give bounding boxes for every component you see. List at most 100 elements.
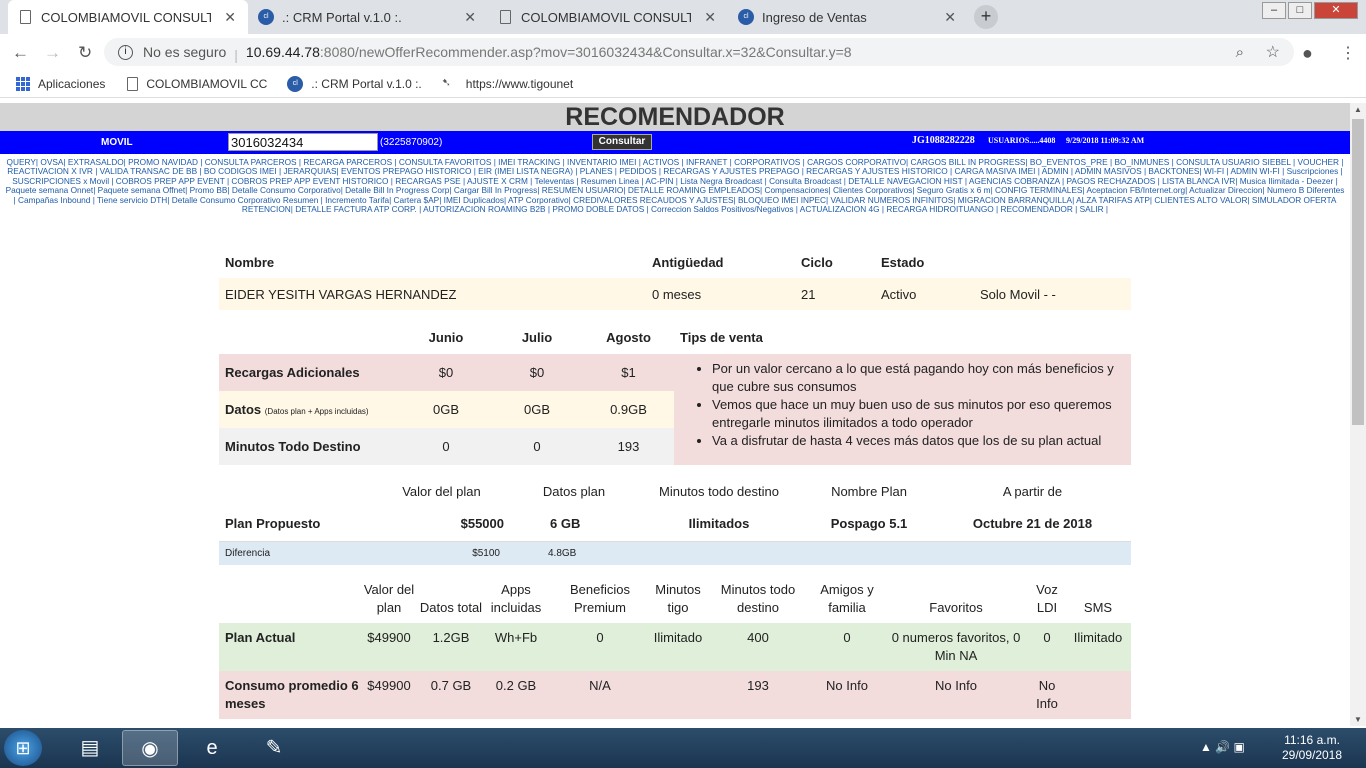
zoom-icon[interactable]: ⌕ <box>1236 44 1244 61</box>
bookmark-label: https://www.tigounet <box>465 76 574 91</box>
file-explorer-icon[interactable]: ▤ <box>62 730 118 766</box>
bookmark-crm[interactable]: cl .: CRM Portal v.1.0 :. <box>287 75 422 92</box>
nav-menu[interactable]: QUERY| OVSA| EXTRASALDO| PROMO NAVIDAD |… <box>0 157 1350 214</box>
new-tab-button[interactable]: + <box>974 5 998 29</box>
diff-valor: $5100 <box>472 547 500 559</box>
row-label-text: Datos <box>225 402 262 417</box>
row-label: Plan Actual <box>225 630 296 645</box>
apps-grid-icon <box>16 76 30 91</box>
search-bar: MOVIL (3225870902) Consultar JG108828222… <box>0 131 1350 154</box>
user-id: JG1088282228 <box>912 135 975 146</box>
month-header: Junio <box>428 329 464 345</box>
col-header: SMS <box>1083 600 1113 615</box>
cell: Wh+Fb <box>494 630 538 645</box>
movil-label: MOVIL <box>101 137 133 148</box>
timestamp: 9/29/2018 11:09:32 AM <box>1066 136 1145 145</box>
page-scrollbar[interactable]: ▲ ▼ <box>1350 103 1366 726</box>
bookmark-label: COLOMBIAMOVIL CC <box>146 76 268 91</box>
customer-ciclo: 21 <box>801 286 816 302</box>
phone-input[interactable] <box>228 133 378 151</box>
minimize-button[interactable]: – <box>1262 2 1286 19</box>
scroll-down-icon[interactable]: ▼ <box>1354 715 1362 724</box>
claro-icon: cl <box>738 9 754 25</box>
tip-item: Vemos que hace un muy buen uso de sus mi… <box>712 396 1121 432</box>
bookmark-star-icon[interactable]: ☆ <box>1266 42 1280 62</box>
cell: No Info <box>1036 678 1058 711</box>
col-desde: A partir de <box>1002 483 1063 499</box>
col-datos: Datos plan <box>542 483 606 499</box>
content: Nombre Antigüedad Ciclo Estado EIDER YES… <box>219 246 1131 719</box>
clock[interactable]: 11:16 a.m. 29/09/2018 <box>1272 733 1352 763</box>
page-viewport: RECOMENDADOR MOVIL (3225870902) Consulta… <box>0 103 1350 726</box>
separator: | <box>234 47 238 63</box>
cell: 0 <box>843 630 851 645</box>
maximize-button[interactable]: □ <box>1288 2 1312 19</box>
bookmark-colombiamovil[interactable]: COLOMBIAMOVIL CC <box>125 76 268 91</box>
cell: 1.2GB <box>432 630 470 645</box>
row-label: Minutos Todo Destino <box>225 439 361 454</box>
taskbar: ⊞ ▤ ◉ e ✎ ▲ 🔊 ▣ 11:16 a.m. 29/09/2018 <box>0 728 1366 768</box>
tab-title: .: CRM Portal v.1.0 :. <box>282 9 402 25</box>
close-tab-icon[interactable]: ✕ <box>464 9 476 26</box>
table-row: Diferencia $5100 4.8GB <box>219 541 1131 565</box>
plan-minutos: Ilimitados <box>688 516 750 532</box>
tips-cell: Por un valor cercano a lo que está pagan… <box>674 354 1131 465</box>
browser-tab-1[interactable]: COLOMBIAMOVIL CONSULTA IN ✕ <box>8 0 248 34</box>
cell: N/A <box>589 678 611 693</box>
profile-icon[interactable]: ● <box>1302 43 1313 64</box>
browser-tab-4[interactable]: cl Ingreso de Ventas ✕ <box>728 0 968 34</box>
internet-explorer-icon[interactable]: e <box>184 730 240 766</box>
system-tray[interactable]: ▲ 🔊 ▣ <box>1200 740 1245 754</box>
table-row: Plan Propuesto $55000 6 GB Ilimitados Po… <box>219 507 1131 541</box>
info-icon[interactable]: i <box>118 44 133 60</box>
reload-icon[interactable]: ↻ <box>78 43 92 63</box>
forward-icon[interactable]: → <box>44 43 61 63</box>
menu-icon[interactable]: ⋮ <box>1340 43 1356 63</box>
claro-icon: cl <box>287 75 304 92</box>
cell: Ilimitado <box>653 630 703 645</box>
tigo-icon: ➷ <box>441 76 451 89</box>
col-header: Voz LDI <box>1036 582 1058 615</box>
bookmark-apps[interactable]: Aplicaciones <box>16 76 105 91</box>
diff-label: Diferencia <box>225 547 271 559</box>
cell: 0 <box>1043 630 1051 645</box>
cell: Ilimitado <box>1073 630 1123 645</box>
claro-icon: cl <box>258 9 274 25</box>
cell: 193 <box>617 439 640 454</box>
month-header: Julio <box>521 329 553 345</box>
document-icon <box>500 10 511 24</box>
cell: $1 <box>621 365 636 380</box>
cell <box>651 671 705 719</box>
col-header: Datos total <box>419 600 483 615</box>
cell: 0 <box>442 439 450 454</box>
scrollbar-thumb[interactable] <box>1352 119 1364 425</box>
consumo-table: Junio Julio Agosto Tips de venta Recarga… <box>219 320 1131 465</box>
browser-tab-3[interactable]: COLOMBIAMOVIL CONSULTA IN ✕ <box>488 0 728 34</box>
browser-tab-strip: COLOMBIAMOVIL CONSULTA IN ✕ cl .: CRM Po… <box>0 0 1366 34</box>
not-secure-label: No es seguro <box>143 44 227 60</box>
paint-icon[interactable]: ✎ <box>246 730 302 766</box>
clock-time: 11:16 a.m. <box>1284 733 1340 747</box>
back-icon[interactable]: ← <box>12 43 29 63</box>
customer-table: Nombre Antigüedad Ciclo Estado EIDER YES… <box>219 246 1131 310</box>
bookmark-tigounet[interactable]: ➷ https://www.tigounet <box>442 76 573 92</box>
url-path: :8080/newOfferRecommender.asp?mov=301603… <box>319 44 852 60</box>
cell: 0GB <box>523 402 550 417</box>
close-window-button[interactable]: ✕ <box>1314 2 1358 19</box>
table-row: EIDER YESITH VARGAS HERNANDEZ 0 meses 21… <box>219 278 1131 310</box>
close-tab-icon[interactable]: ✕ <box>224 9 236 26</box>
browser-tab-2[interactable]: cl .: CRM Portal v.1.0 :. ✕ <box>248 0 488 34</box>
customer-tipo: Solo Movil - - <box>980 286 1056 302</box>
close-tab-icon[interactable]: ✕ <box>944 9 956 26</box>
scroll-up-icon[interactable]: ▲ <box>1354 105 1362 114</box>
cell: 0.7 GB <box>430 678 472 693</box>
close-tab-icon[interactable]: ✕ <box>704 9 716 26</box>
col-ciclo: Ciclo <box>801 254 833 270</box>
address-bar[interactable]: i No es seguro | 10.69.44.78 :8080/newOf… <box>104 38 1294 66</box>
cell: $49900 <box>367 630 411 645</box>
start-button[interactable]: ⊞ <box>4 730 42 766</box>
cell: 193 <box>747 678 769 693</box>
consultar-button[interactable]: Consultar <box>592 134 652 150</box>
customer-name: EIDER YESITH VARGAS HERNANDEZ <box>225 286 457 302</box>
chrome-icon[interactable]: ◉ <box>122 730 178 766</box>
